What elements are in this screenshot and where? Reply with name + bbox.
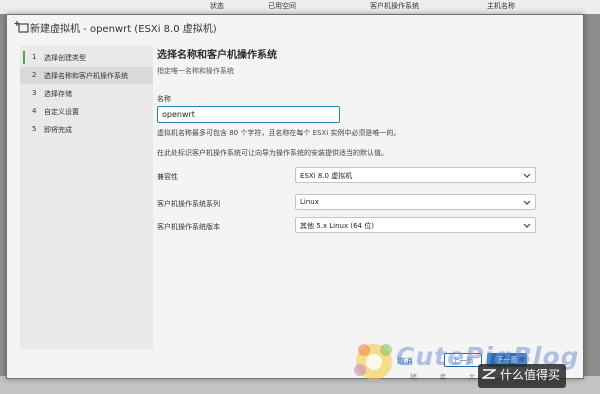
step-number: 5 <box>32 125 37 133</box>
step-ready-to-complete[interactable]: 5 即将完成 <box>20 121 153 138</box>
step-label: 选择存储 <box>44 90 72 98</box>
new-vm-icon <box>14 21 29 33</box>
os-help-text: 在此处标识客户机操作系统可让向导为操作系统的安装提供适当的默认值。 <box>157 149 388 157</box>
guest-os-family-select[interactable]: Linux <box>295 194 536 210</box>
step-number: 1 <box>32 53 37 61</box>
step-select-storage[interactable]: 3 选择存储 <box>20 85 153 102</box>
wizard-steps: 1 选择创建类型 2 选择名称和客户机操作系统 3 选择存储 4 自定义设置 5… <box>20 46 153 349</box>
site-logo-icon <box>482 369 496 379</box>
guest-os-version-select[interactable]: 其他 5.x Linux (64 位) <box>295 217 536 233</box>
new-vm-dialog: 新建虚拟机 - openwrt (ESXi 8.0 虚拟机) 1 选择创建类型 … <box>6 14 584 379</box>
name-help-text: 虚拟机名称最多可包含 80 个字符，且名称在每个 ESXi 实例中必须是唯一的。 <box>157 129 401 137</box>
chevron-down-icon <box>523 200 531 205</box>
compatibility-select[interactable]: ESXi 8.0 虚拟机 <box>295 167 536 183</box>
wizard-page: 选择名称和客户机操作系统 指定唯一名称和操作系统 名称 虚拟机名称最多可包含 8… <box>157 46 547 349</box>
vm-name-input[interactable] <box>157 106 340 123</box>
site-watermark: 什么值得买 <box>478 364 567 388</box>
background-column-header: 客户机操作系统 <box>370 2 419 10</box>
background-column-header: 已用空间 <box>268 2 296 10</box>
name-field-label: 名称 <box>157 95 171 103</box>
guest-os-family-label: 客户机操作系统系列 <box>157 200 220 208</box>
chevron-down-icon <box>523 223 531 228</box>
step-select-creation-type[interactable]: 1 选择创建类型 <box>20 49 153 66</box>
page-title: 选择名称和客户机操作系统 <box>157 50 277 61</box>
step-customize-settings[interactable]: 4 自定义设置 <box>20 103 153 120</box>
step-label: 自定义设置 <box>44 108 79 116</box>
select-value: 其他 5.x Linux (64 位) <box>300 222 374 230</box>
step-number: 4 <box>32 107 37 115</box>
step-label: 即将完成 <box>44 126 72 134</box>
background-column-header: 状态 <box>210 2 224 10</box>
step-select-name-and-os[interactable]: 2 选择名称和客户机操作系统 <box>20 67 153 84</box>
step-number: 2 <box>32 71 37 79</box>
step-number: 3 <box>32 89 37 97</box>
site-watermark-text: 什么值得买 <box>500 368 561 382</box>
dialog-title-bar: 新建虚拟机 - openwrt (ESXi 8.0 虚拟机) <box>7 15 583 40</box>
dialog-title: 新建虚拟机 - openwrt (ESXi 8.0 虚拟机) <box>30 24 217 35</box>
step-label: 选择创建类型 <box>44 54 86 62</box>
page-subtitle: 指定唯一名称和操作系统 <box>157 67 234 75</box>
background-table-header: 状态 已用空间 客户机操作系统 主机名称 <box>0 0 600 14</box>
select-value: ESXi 8.0 虚拟机 <box>300 172 353 180</box>
select-value: Linux <box>300 198 319 206</box>
compatibility-label: 兼容性 <box>157 173 178 181</box>
step-label: 选择名称和客户机操作系统 <box>44 72 128 80</box>
background-column-header: 主机名称 <box>487 2 515 10</box>
chevron-down-icon <box>523 173 531 178</box>
step-complete-marker <box>23 51 25 64</box>
guest-os-version-label: 客户机操作系统版本 <box>157 223 220 231</box>
watermark-logo-icon <box>354 344 392 380</box>
